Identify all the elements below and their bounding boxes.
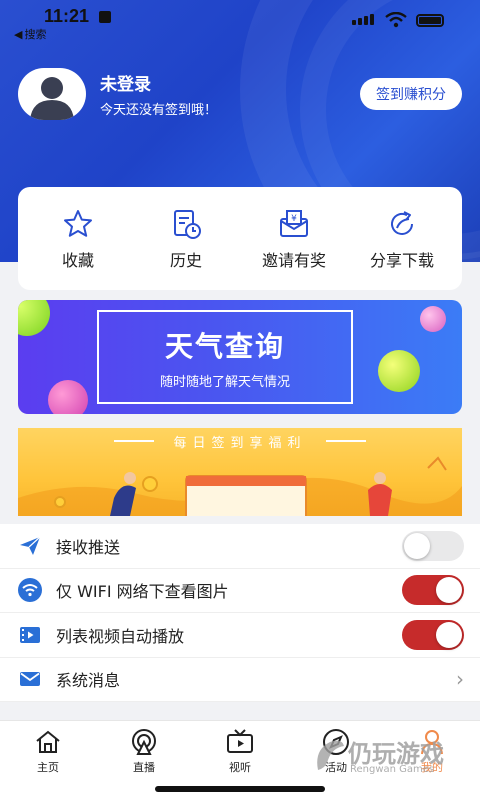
mail-icon <box>20 672 40 687</box>
default-avatar-icon <box>30 77 74 120</box>
setting-autoplay-video[interactable]: 列表视频自动播放 <box>0 613 480 658</box>
wifi-icon <box>18 578 42 603</box>
setting-label: 仅 WIFI 网络下查看图片 <box>56 582 229 602</box>
quick-actions-card: 收藏 历史 ¥ 邀请有奖 分享下载 <box>18 187 462 290</box>
live-icon <box>132 729 156 755</box>
tab-label: 主页 <box>37 761 59 774</box>
setting-label: 接收推送 <box>56 537 121 557</box>
watermark: 仍玩游戏 Rengwan Games <box>310 728 470 784</box>
video-icon <box>20 626 40 643</box>
quick-action-label: 邀请有奖 <box>261 250 326 270</box>
autoplay-toggle[interactable] <box>402 619 464 650</box>
back-to-search[interactable]: ◀ 搜索 <box>14 26 46 42</box>
welfare-illustration <box>18 456 462 516</box>
weather-banner-subtitle: 随时随地了解天气情况 <box>159 374 290 390</box>
push-toggle[interactable] <box>402 530 464 561</box>
quick-action-share[interactable]: 分享下载 <box>350 207 455 271</box>
lock-icon <box>99 11 111 23</box>
signal-icon <box>352 14 374 25</box>
chevron-right-icon: › <box>456 667 464 692</box>
weather-banner-title: 天气查询 <box>164 329 285 363</box>
back-arrow-icon: ◀ <box>14 27 23 41</box>
quick-action-label: 历史 <box>169 250 202 270</box>
invite-icon: ¥ <box>280 209 308 237</box>
profile-section[interactable]: 未登录 今天还没有签到哦！ <box>18 68 217 120</box>
tab-label: 直播 <box>133 761 155 774</box>
tab-home[interactable]: 主页 <box>18 727 78 775</box>
settings-list: 接收推送 仅 WIFI 网络下查看图片 列表视频自动播放 系统消息 › <box>0 524 480 702</box>
tv-icon <box>227 729 253 753</box>
send-icon <box>20 536 41 555</box>
wifi-images-toggle[interactable] <box>402 575 464 606</box>
weather-banner[interactable]: 天气查询 随时随地了解天气情况 <box>18 300 462 414</box>
quick-action-label: 收藏 <box>61 250 94 270</box>
setting-wifi-images[interactable]: 仅 WIFI 网络下查看图片 <box>0 569 480 613</box>
wifi-status-icon <box>385 12 407 28</box>
user-name[interactable]: 未登录 <box>100 70 217 95</box>
status-bar: 11:21 <box>0 0 480 32</box>
setting-receive-push[interactable]: 接收推送 <box>0 524 480 569</box>
tab-label: 视听 <box>229 761 251 774</box>
avatar[interactable] <box>18 68 86 120</box>
history-icon <box>174 209 201 239</box>
daily-checkin-banner[interactable]: 每日签到享福利 <box>18 428 462 516</box>
share-icon <box>391 210 413 235</box>
checkin-button[interactable]: 签到赚积分 <box>360 78 462 110</box>
checkin-status-text: 今天还没有签到哦！ <box>100 103 218 118</box>
setting-system-messages[interactable]: 系统消息 › <box>0 658 480 702</box>
quick-action-invite[interactable]: ¥ 邀请有奖 <box>242 207 347 271</box>
tab-live[interactable]: 直播 <box>114 727 174 775</box>
battery-icon <box>416 14 444 27</box>
quick-action-favorites[interactable]: 收藏 <box>26 207 131 271</box>
quick-action-history[interactable]: 历史 <box>134 207 239 271</box>
back-label: 搜索 <box>24 28 47 41</box>
watermark-logo-icon <box>317 740 344 770</box>
setting-label: 系统消息 <box>56 671 121 691</box>
status-time: 11:21 <box>44 6 90 26</box>
weather-banner-frame: 天气查询 随时随地了解天气情况 <box>97 310 353 404</box>
svg-text:¥: ¥ <box>291 214 297 224</box>
home-icon <box>36 730 60 753</box>
home-indicator[interactable] <box>155 786 325 792</box>
setting-label: 列表视频自动播放 <box>56 626 185 646</box>
watermark-subtext: Rengwan Games <box>350 764 435 775</box>
tab-av[interactable]: 视听 <box>210 727 270 775</box>
quick-action-label: 分享下载 <box>369 250 434 270</box>
star-icon <box>64 209 92 237</box>
